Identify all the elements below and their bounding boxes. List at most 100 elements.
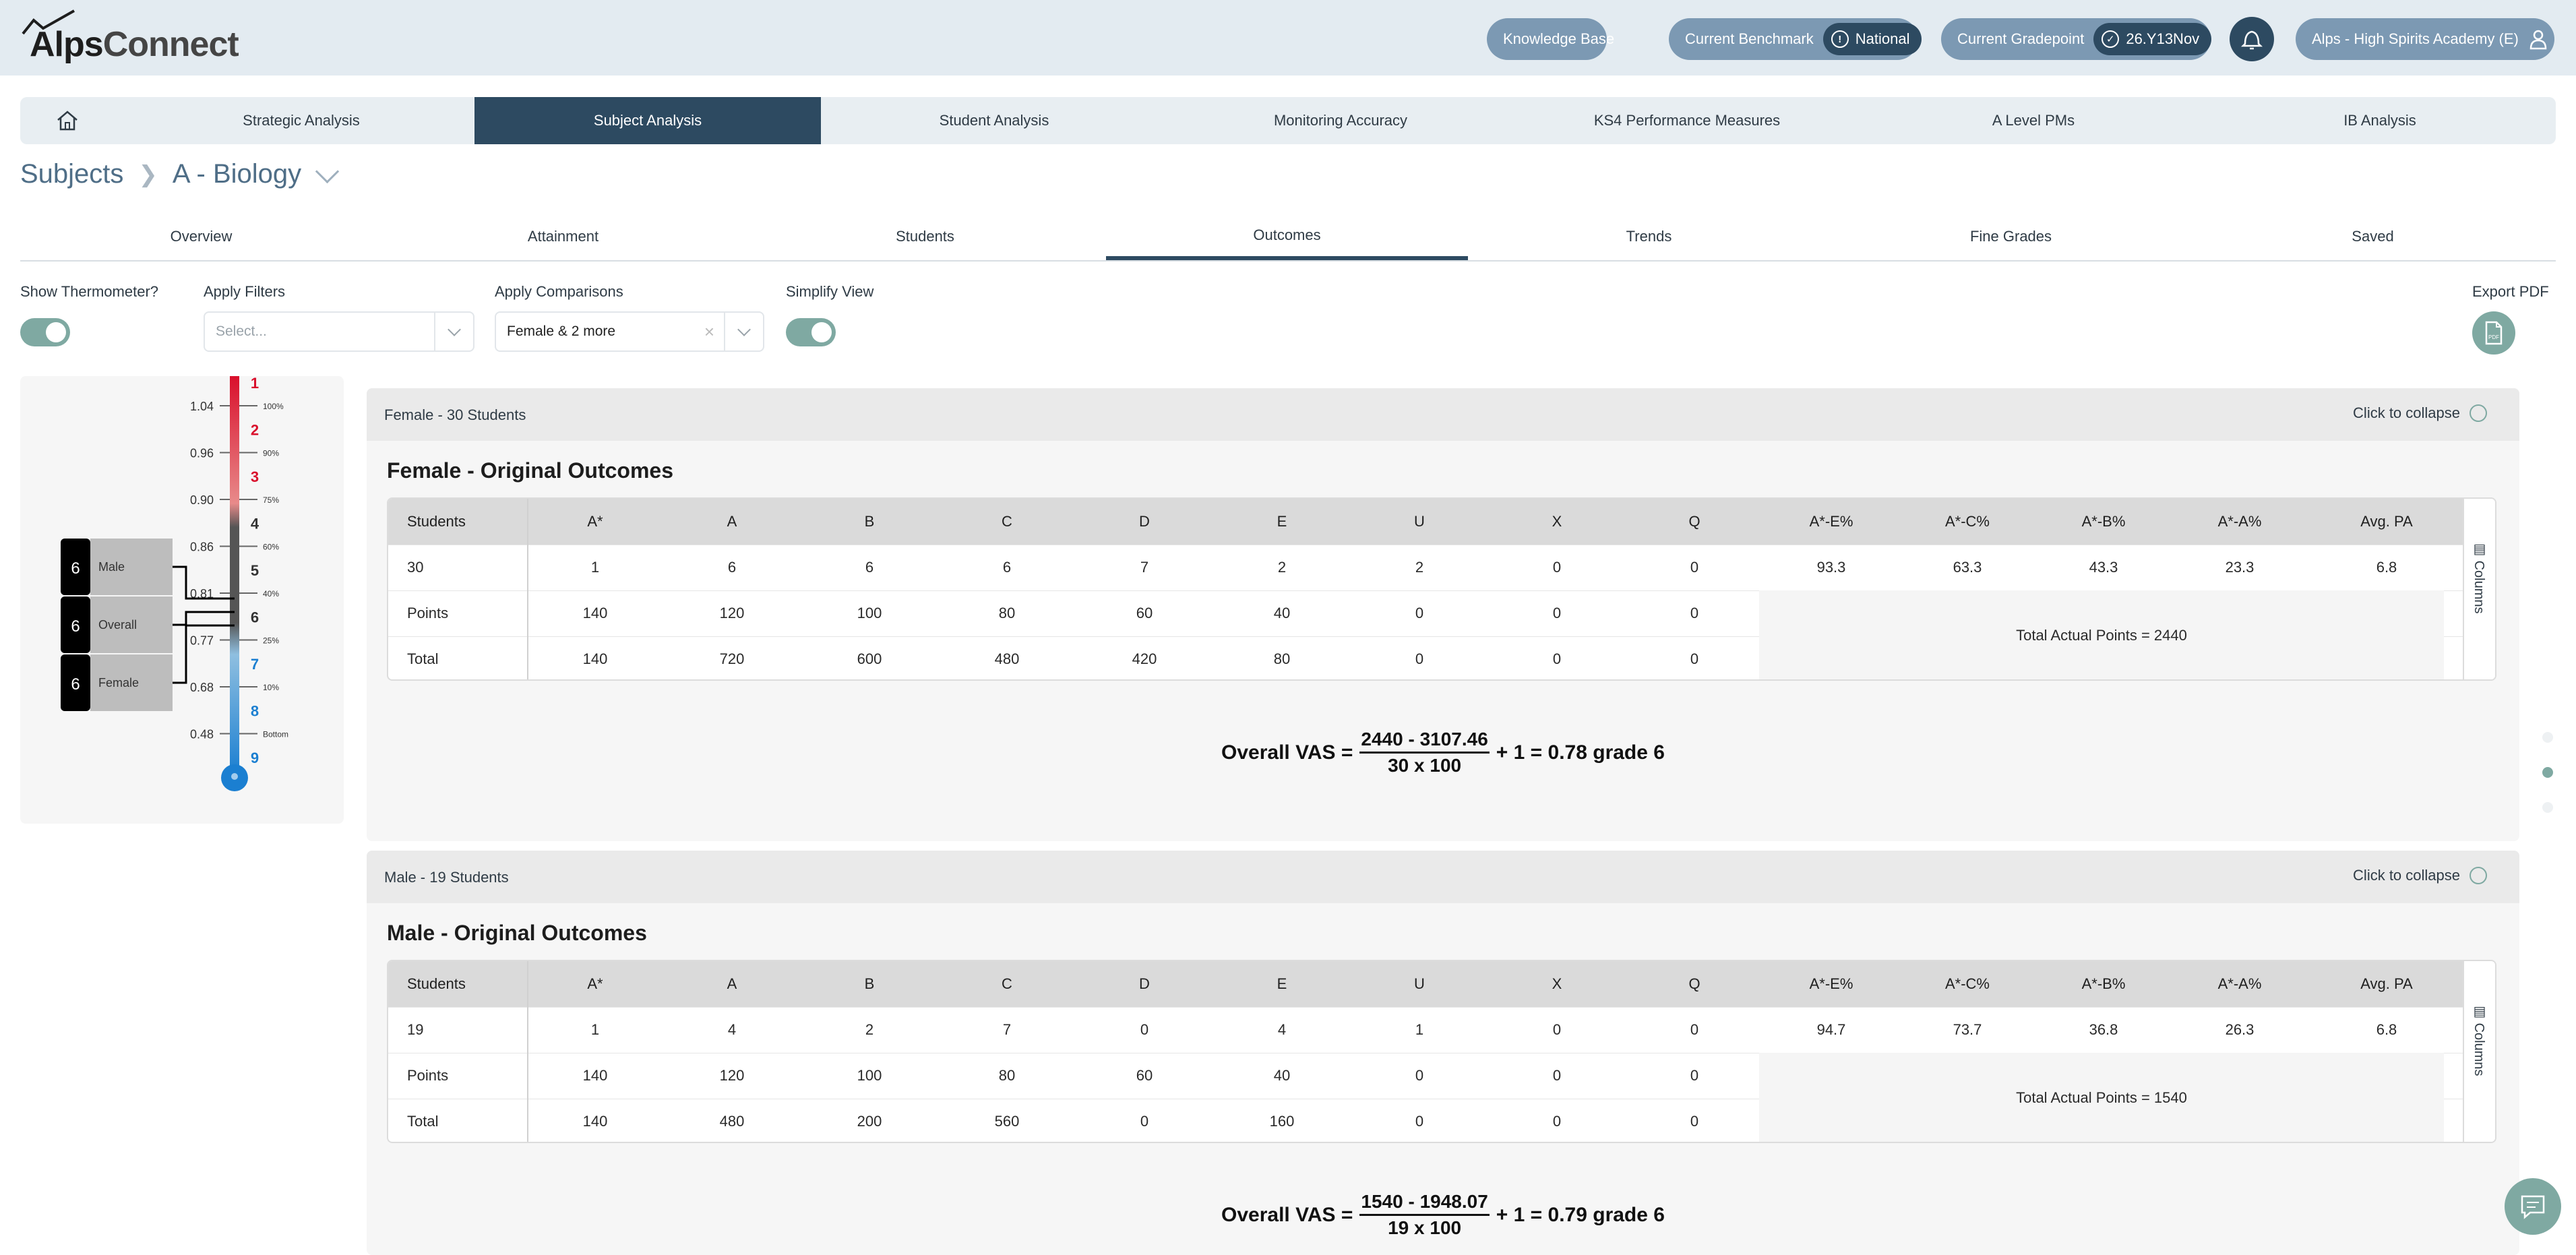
column-header[interactable]: U <box>1351 961 1488 1007</box>
column-header[interactable]: C <box>938 499 1076 545</box>
table-cell: 0 <box>1415 1113 1424 1130</box>
column-header[interactable]: A*-C% <box>1899 499 2035 545</box>
clear-icon[interactable]: × <box>704 322 724 342</box>
column-header[interactable]: E <box>1213 499 1351 545</box>
section-dot[interactable] <box>2542 732 2553 743</box>
nav-strategic-analysis[interactable]: Strategic Analysis <box>128 97 474 144</box>
table-cell: Points <box>407 605 449 621</box>
tab-trends[interactable]: Trends <box>1468 214 1830 259</box>
nav-subject-analysis[interactable]: Subject Analysis <box>474 97 821 144</box>
column-header[interactable]: Students <box>388 961 527 1007</box>
column-header[interactable]: Avg. PA <box>2308 961 2465 1007</box>
table-cell: 60 <box>1136 1067 1153 1084</box>
table-cell: 19 <box>407 1021 424 1038</box>
column-header[interactable]: A*-C% <box>1899 961 2035 1007</box>
chevron-down-icon[interactable] <box>434 313 473 350</box>
marker-label: Overall <box>98 618 137 632</box>
female-outcomes-panel: Female - 30 Students Click to collapse F… <box>367 388 2519 841</box>
column-header[interactable]: A* <box>527 499 663 545</box>
column-header[interactable]: A*-B% <box>2035 961 2172 1007</box>
nav-student-analysis[interactable]: Student Analysis <box>821 97 1167 144</box>
formula-prefix: Overall VAS = <box>1221 1203 1353 1226</box>
school-name: Alps - High Spirits Academy (E) <box>2312 30 2519 47</box>
collapse-button[interactable]: Click to collapse <box>2353 404 2487 422</box>
tab-attainment[interactable]: Attainment <box>382 214 744 259</box>
marker-label: Female <box>98 676 139 690</box>
table-cell: 6 <box>727 559 737 576</box>
columns-label: ▤ Columns <box>2472 1003 2486 1076</box>
tab-fine-grades[interactable]: Fine Grades <box>1830 214 2192 259</box>
breadcrumb-current-subject[interactable]: A - Biology <box>173 159 301 189</box>
column-header[interactable]: B <box>801 961 938 1007</box>
marker-grade: 6 <box>71 559 80 578</box>
column-header[interactable]: A*-E% <box>1763 499 1899 545</box>
table-header-row: Students A* A B C D E U X Q A*-E% A*-C% A*-B% A*-A% Av… <box>388 961 2465 1007</box>
column-header[interactable]: Q <box>1626 499 1763 545</box>
knowledge-base-button[interactable]: Knowledge Base <box>1487 18 1614 60</box>
section-dot-active[interactable] <box>2542 767 2553 778</box>
panel-header[interactable]: Female - 30 Students Click to collapse <box>367 388 2519 441</box>
table-cell: 30 <box>407 559 424 576</box>
breadcrumb-subjects[interactable]: Subjects <box>20 159 123 189</box>
column-header[interactable]: A*-A% <box>2172 961 2308 1007</box>
column-header[interactable]: X <box>1488 961 1626 1007</box>
column-header[interactable]: E <box>1213 961 1351 1007</box>
show-thermometer-toggle[interactable] <box>20 318 70 346</box>
column-header[interactable]: A*-E% <box>1763 961 1899 1007</box>
tab-students[interactable]: Students <box>744 214 1106 259</box>
column-header[interactable]: Q <box>1626 961 1763 1007</box>
table-cell: 36.8 <box>2089 1021 2118 1038</box>
table-cell: 4 <box>727 1021 737 1038</box>
current-gradepoint-button[interactable]: Current Gradepoint ✓ 26.Y13Nov <box>1941 18 2212 60</box>
columns-toggle[interactable]: ▤ Columns <box>2463 499 2495 679</box>
column-header[interactable]: D <box>1076 499 1213 545</box>
panel-header[interactable]: Male - 19 Students Click to collapse <box>367 851 2519 903</box>
column-header[interactable]: A <box>663 499 801 545</box>
pdf-file-icon: PDF <box>2485 321 2503 345</box>
simplify-view-label: Simplify View <box>786 283 874 300</box>
male-outcomes-panel: Male - 19 Students Click to collapse Mal… <box>367 851 2519 1255</box>
simplify-view-toggle[interactable] <box>786 318 836 346</box>
notifications-button[interactable] <box>2230 17 2274 61</box>
formula-result: + 1 = 0.79 grade 6 <box>1496 1203 1665 1226</box>
chevron-down-icon[interactable] <box>724 313 763 350</box>
column-header[interactable]: C <box>938 961 1076 1007</box>
nav-ib-analysis[interactable]: IB Analysis <box>2207 97 2553 144</box>
column-header[interactable]: U <box>1351 499 1488 545</box>
current-benchmark-button[interactable]: Current Benchmark ! National <box>1669 18 1922 60</box>
columns-toggle[interactable]: ▤ Columns <box>2463 961 2495 1142</box>
collapse-button[interactable]: Click to collapse <box>2353 867 2487 884</box>
column-header[interactable]: Avg. PA <box>2308 499 2465 545</box>
table-cell: 1 <box>1415 1021 1424 1038</box>
column-header[interactable]: Students <box>388 499 527 545</box>
tab-outcomes[interactable]: Outcomes <box>1106 214 1468 260</box>
home-button[interactable] <box>20 97 115 144</box>
comparisons-select[interactable]: Female & 2 more × <box>495 311 764 352</box>
formula-numerator: 2440 - 3107.46 <box>1359 729 1490 754</box>
grade-label: 7 <box>251 656 259 673</box>
school-selector-button[interactable]: Alps - High Spirits Academy (E) <box>2296 18 2554 60</box>
marker-label: Male <box>98 560 125 574</box>
chat-button[interactable] <box>2505 1178 2561 1235</box>
tab-saved[interactable]: Saved <box>2192 214 2554 259</box>
nav-a-level-pms[interactable]: A Level PMs <box>1860 97 2207 144</box>
section-dot[interactable] <box>2542 802 2553 813</box>
column-header[interactable]: B <box>801 499 938 545</box>
column-header[interactable]: A <box>663 961 801 1007</box>
tab-overview[interactable]: Overview <box>20 214 382 259</box>
nav-monitoring-accuracy[interactable]: Monitoring Accuracy <box>1167 97 1514 144</box>
column-header[interactable]: A*-A% <box>2172 499 2308 545</box>
column-header[interactable]: X <box>1488 499 1626 545</box>
filters-select[interactable]: Select... <box>204 311 474 352</box>
table-cell: 0 <box>1690 605 1699 621</box>
column-header[interactable]: D <box>1076 961 1213 1007</box>
table-cell: 120 <box>719 1067 745 1084</box>
alps-connect-logo[interactable]: AlpsConnect <box>19 9 241 70</box>
column-header[interactable]: A* <box>527 961 663 1007</box>
export-pdf-button[interactable]: PDF <box>2472 311 2515 355</box>
column-header[interactable]: A*-B% <box>2035 499 2172 545</box>
chevron-down-icon[interactable] <box>315 159 340 184</box>
nav-ks4-performance-measures[interactable]: KS4 Performance Measures <box>1514 97 1860 144</box>
scale-percentile: 60% <box>263 543 279 552</box>
scale-percentile: 25% <box>263 636 279 646</box>
